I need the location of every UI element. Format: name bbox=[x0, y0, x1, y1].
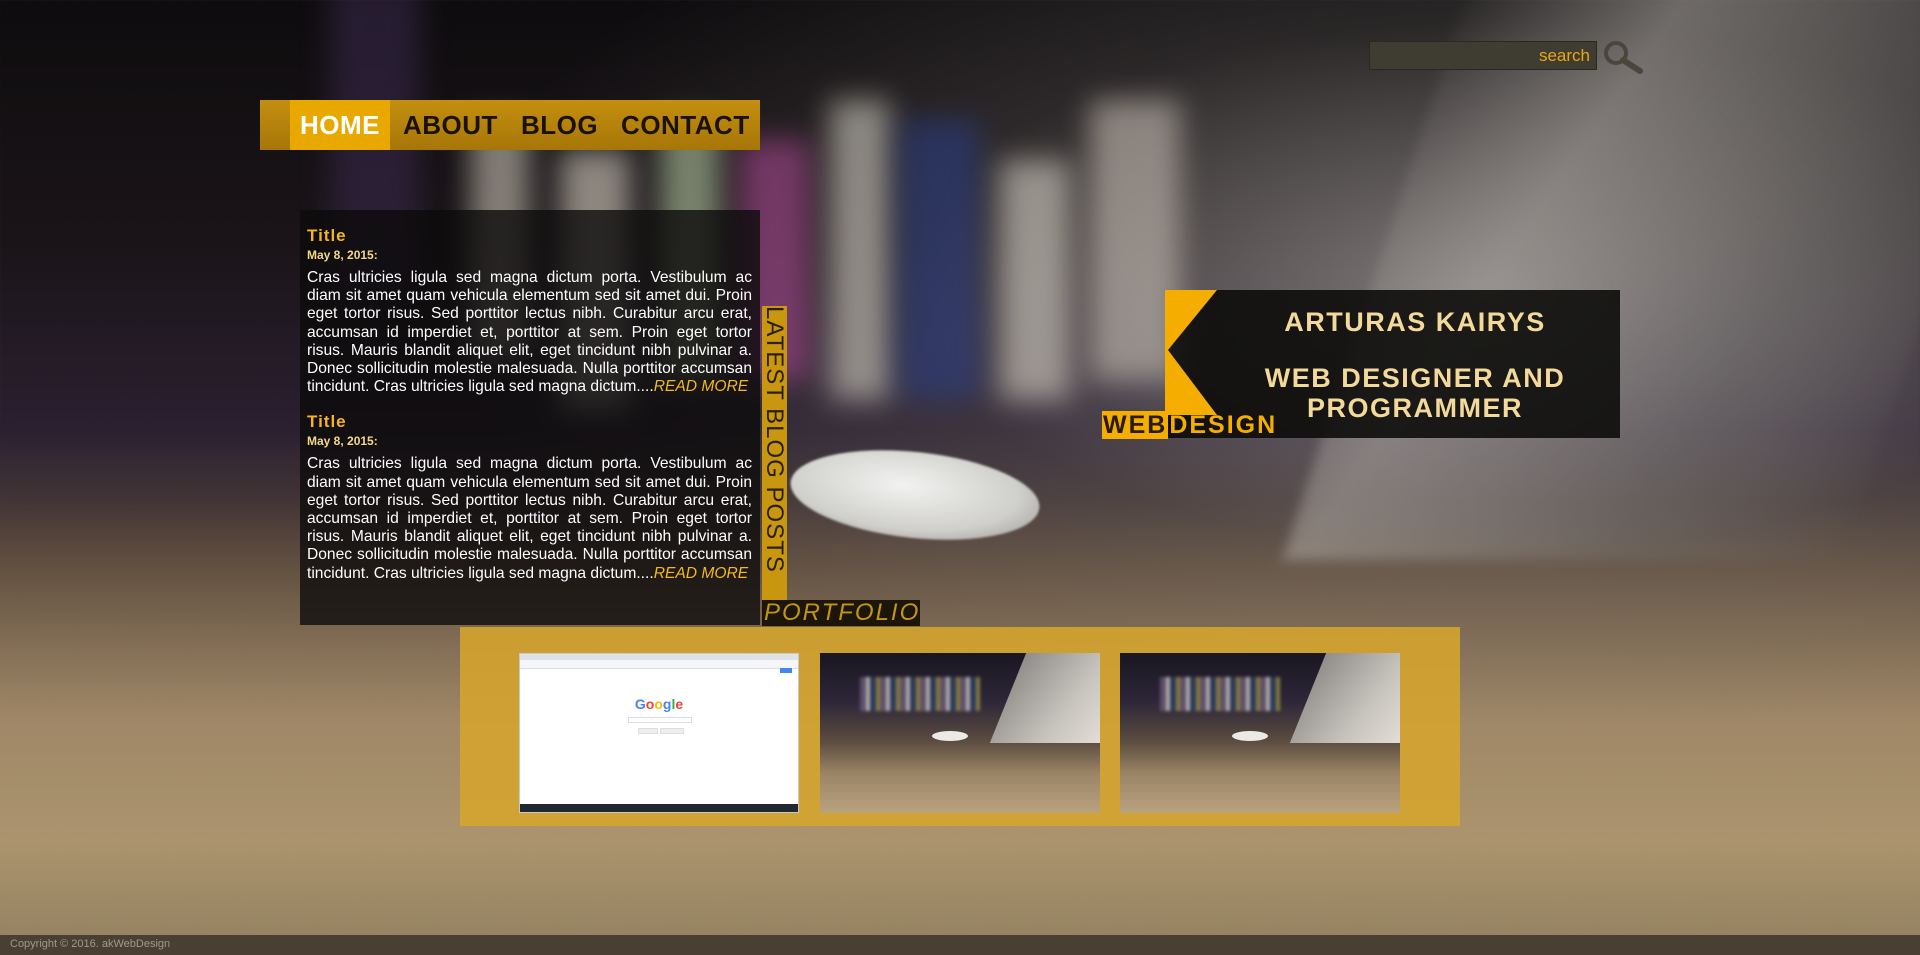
google-logo: Google bbox=[634, 696, 684, 712]
post-title[interactable]: Title bbox=[307, 412, 752, 432]
blog-panel: Title May 8, 2015: Cras ultricies ligula… bbox=[300, 210, 760, 625]
post-text: Cras ultricies ligula sed magna dictum p… bbox=[307, 455, 752, 582]
post-date: May 8, 2015: bbox=[307, 248, 378, 262]
latest-blog-posts-text: LATEST BLOG POSTS bbox=[761, 306, 788, 573]
read-more-link[interactable]: READ MORE bbox=[654, 565, 748, 582]
portfolio-label: PORTFOLIO bbox=[762, 599, 921, 626]
latest-blog-posts-label: LATEST BLOG POSTS bbox=[761, 306, 788, 602]
nav-about[interactable]: ABOUT bbox=[393, 100, 508, 150]
portfolio-thumb-photo[interactable] bbox=[1120, 653, 1400, 813]
post-title[interactable]: Title bbox=[307, 226, 752, 246]
read-more-link[interactable]: READ MORE bbox=[654, 378, 748, 395]
magnifier-icon bbox=[1604, 41, 1643, 74]
portfolio-thumb-photo[interactable] bbox=[820, 653, 1100, 813]
portfolio-thumb-browser[interactable]: Google bbox=[519, 653, 799, 813]
nav-home[interactable]: HOME bbox=[290, 100, 390, 150]
portfolio-gallery: Google bbox=[460, 627, 1460, 826]
search-button[interactable] bbox=[1602, 40, 1644, 74]
brand-name: ARTURAS KAIRYS bbox=[1284, 307, 1546, 337]
nav-blog[interactable]: BLOG bbox=[511, 100, 608, 150]
post-body: Cras ultricies ligula sed magna dictum p… bbox=[307, 269, 752, 396]
search-box[interactable] bbox=[1369, 41, 1597, 70]
footer: Copyright © 2016. akWebDesign bbox=[0, 935, 1920, 955]
brand-word-web: WEB bbox=[1102, 411, 1169, 439]
post-body: Cras ultricies ligula sed magna dictum p… bbox=[307, 455, 752, 582]
nav-contact[interactable]: CONTACT bbox=[611, 100, 760, 150]
post-date: May 8, 2015: bbox=[307, 434, 378, 449]
brand-word-design: DESIGN bbox=[1169, 411, 1278, 439]
blog-post: Title May 8, 2015: Cras ultricies ligula… bbox=[307, 412, 752, 582]
brand-role: WEB DESIGNER AND PROGRAMMER bbox=[1264, 363, 1566, 423]
brand-wordmark: WEB DESIGN bbox=[1102, 411, 1277, 439]
main-nav: HOME ABOUT BLOG CONTACT bbox=[260, 100, 760, 150]
post-text: Cras ultricies ligula sed magna dictum p… bbox=[307, 269, 752, 396]
copyright-text: Copyright © 2016. akWebDesign bbox=[10, 938, 171, 950]
search-input[interactable] bbox=[1370, 42, 1596, 69]
blog-post: Title May 8, 2015: Cras ultricies ligula… bbox=[307, 226, 752, 396]
